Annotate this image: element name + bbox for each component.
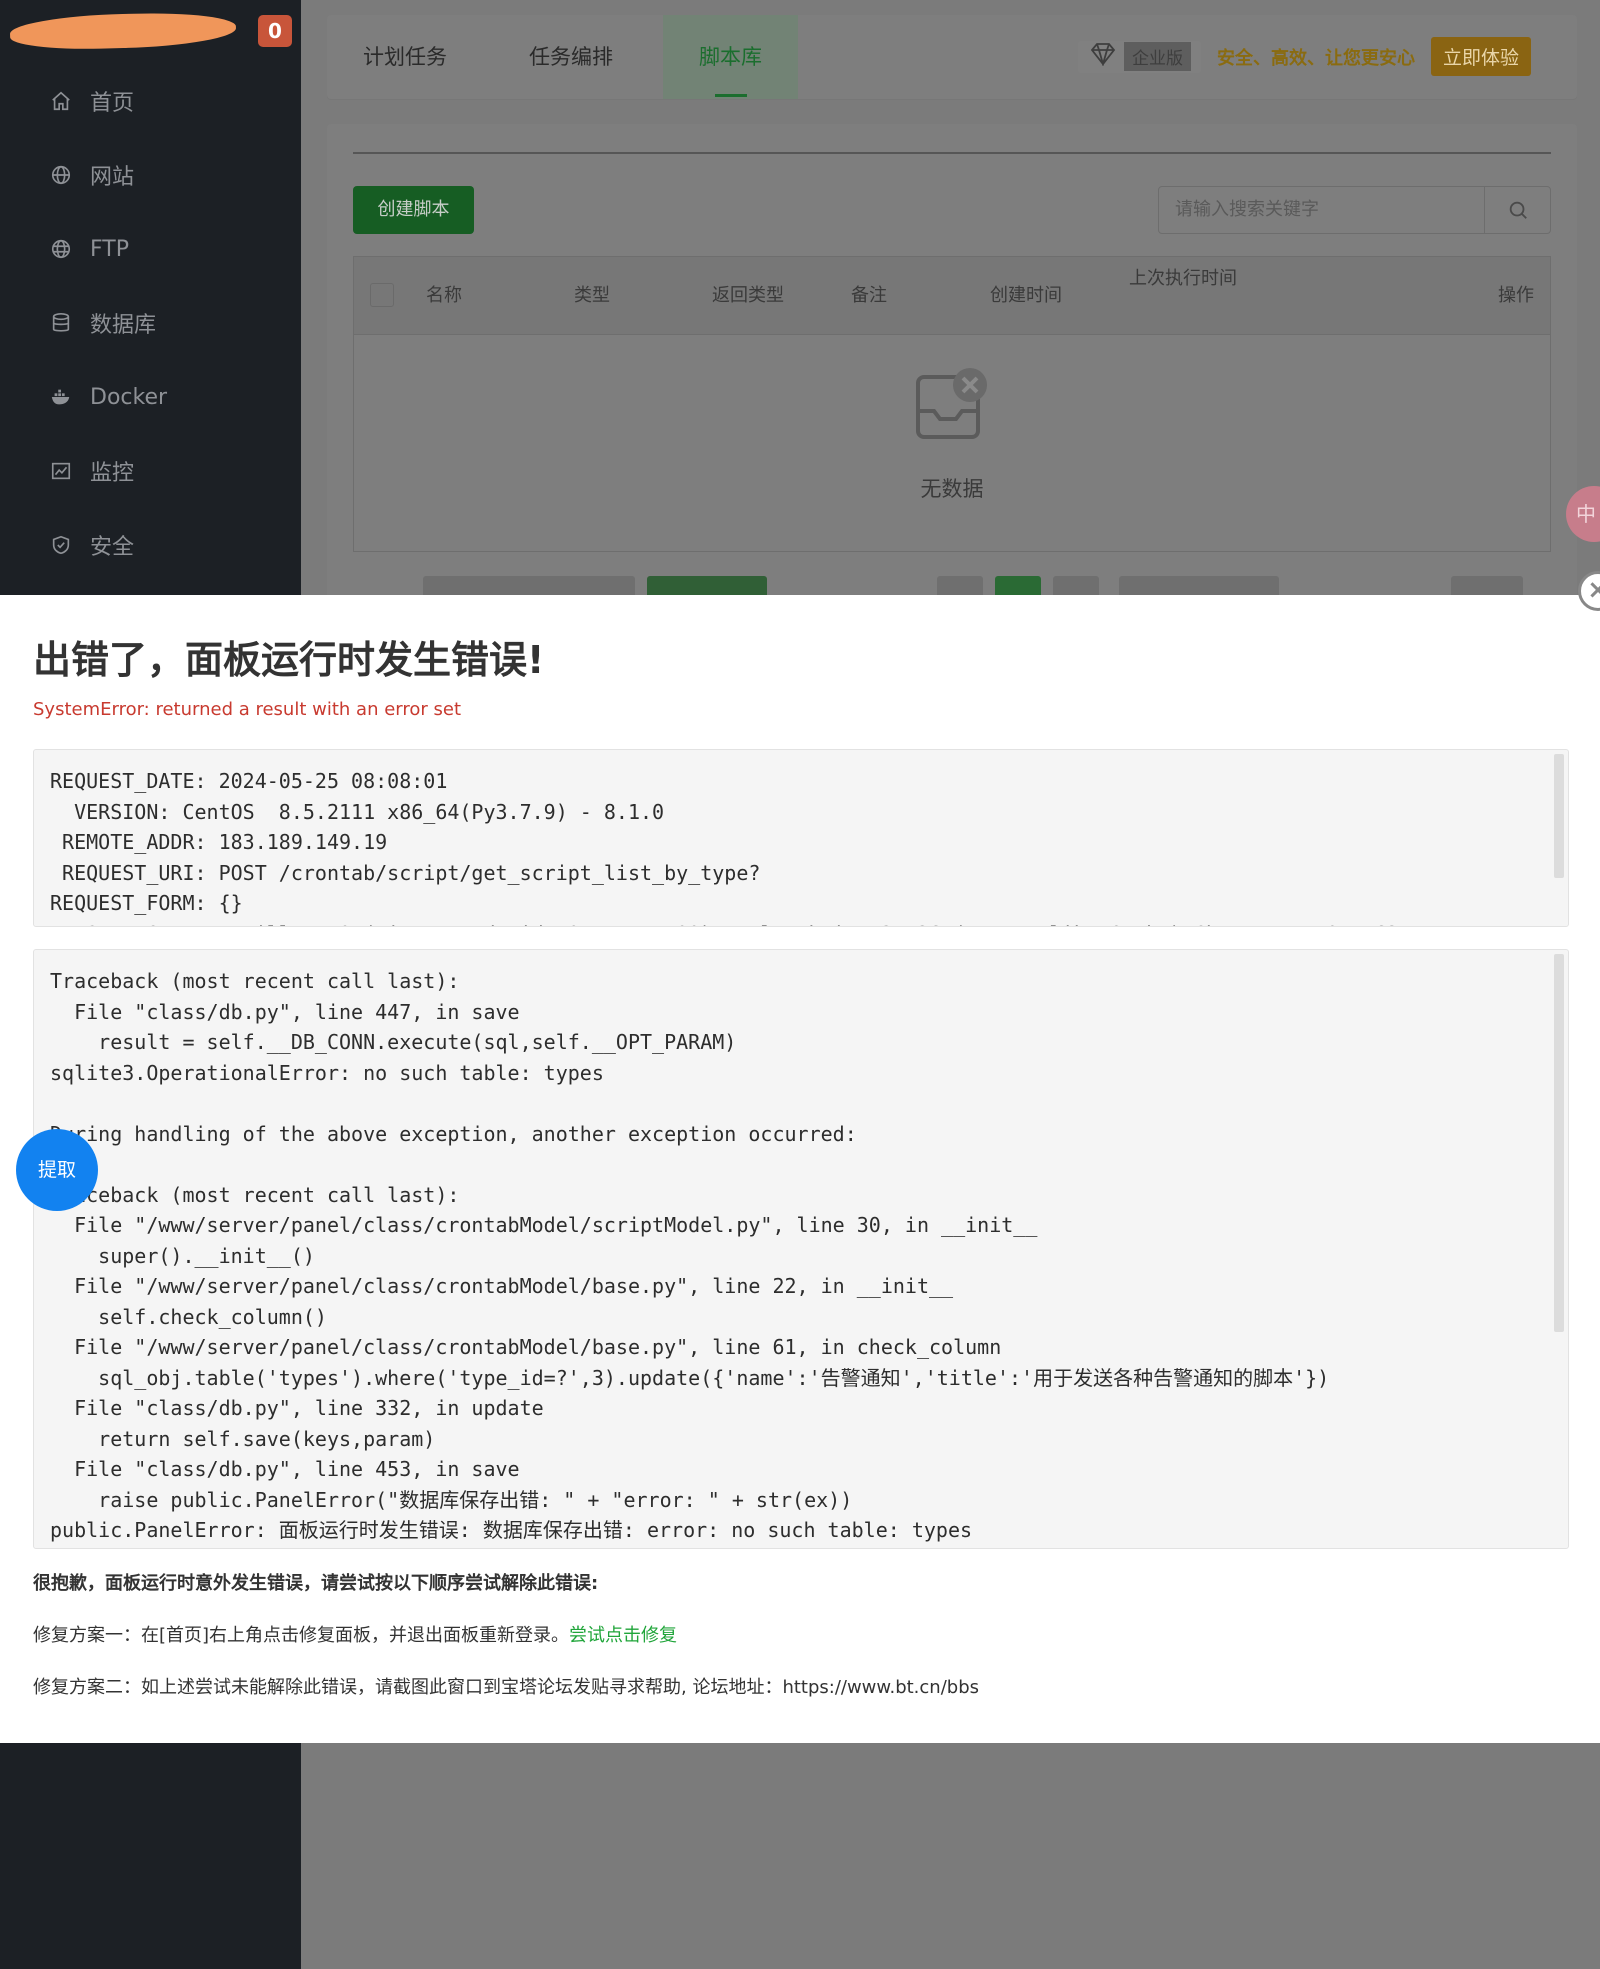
- sidebar-header: 0: [0, 0, 301, 64]
- search-box: 请输入搜索关键字: [1158, 186, 1551, 234]
- request-info-box[interactable]: REQUEST_DATE: 2024-05-25 08:08:01 VERSIO…: [33, 749, 1569, 927]
- scrollbar[interactable]: [1554, 754, 1564, 878]
- enterprise-label: 企业版: [1123, 42, 1191, 71]
- sidebar-item-label: 首页: [90, 91, 135, 116]
- select-all-checkbox[interactable]: [370, 283, 394, 307]
- error-title: 出错了，面板运行时发生错误!: [33, 638, 545, 682]
- column-header-created-time[interactable]: 创建时间: [990, 257, 1062, 335]
- column-header-last-run[interactable]: 上次执行时间: [1129, 261, 1239, 297]
- sidebar-item-home[interactable]: 首页: [0, 64, 301, 138]
- empty-inbox-icon: [916, 368, 987, 439]
- fix-option-one-text: 修复方案一：在[首页]右上角点击修复面板，并退出面板重新登录。: [33, 1625, 570, 1646]
- monitor-chart-icon: [48, 458, 74, 484]
- diamond-icon: [1088, 42, 1118, 71]
- column-header-type[interactable]: 类型: [574, 257, 610, 335]
- promo-slogan: 安全、高效、让您更安心: [1216, 47, 1415, 69]
- sidebar-item-docker[interactable]: Docker: [0, 360, 301, 434]
- sidebar-item-website[interactable]: 网站: [0, 138, 301, 212]
- divider: [353, 152, 1551, 154]
- database-icon: [48, 310, 74, 336]
- error-message: SystemError: returned a result with an e…: [33, 699, 462, 720]
- column-header-name[interactable]: 名称: [426, 257, 462, 335]
- script-table: 名称 类型 返回类型 备注 创建时间 上次执行时间 操作 无数据: [353, 256, 1551, 552]
- pagination-bar: [327, 576, 1577, 600]
- home-icon: [48, 88, 74, 114]
- sidebar-item-label: 数据库: [90, 313, 157, 338]
- column-header-actions: 操作: [1498, 285, 1534, 306]
- empty-text: 无数据: [920, 477, 984, 501]
- search-input[interactable]: 请输入搜索关键字: [1159, 187, 1484, 233]
- redacted-server-name: [9, 11, 237, 51]
- extract-button[interactable]: 提取: [16, 1129, 98, 1211]
- create-script-button[interactable]: 创建脚本: [353, 186, 474, 234]
- docker-icon: [48, 384, 74, 410]
- column-header-remark[interactable]: 备注: [851, 257, 887, 335]
- traceback-box[interactable]: Traceback (most recent call last): File …: [33, 949, 1569, 1549]
- sidebar-item-label: 网站: [90, 165, 135, 190]
- enterprise-promo: 企业版 安全、高效、让您更安心 立即体验: [1077, 37, 1531, 76]
- sidebar-item-monitor[interactable]: 监控: [0, 434, 301, 508]
- ftp-globe-icon: [48, 236, 74, 262]
- script-panel: 创建脚本 请输入搜索关键字 名称 类型 返回类型 备注 创建时间 上次执行时间 …: [327, 124, 1577, 624]
- try-fix-link[interactable]: 尝试点击修复: [569, 1625, 677, 1646]
- sidebar-item-label: 监控: [90, 461, 135, 486]
- table-header: 名称 类型 返回类型 备注 创建时间 上次执行时间 操作: [354, 257, 1550, 335]
- search-button[interactable]: [1484, 187, 1550, 233]
- sidebar-item-database[interactable]: 数据库: [0, 286, 301, 360]
- globe-icon: [48, 162, 74, 188]
- fix-option-two: 修复方案二：如上述尝试未能解除此错误，请截图此窗口到宝塔论坛发贴寻求帮助, 论坛…: [33, 1677, 979, 1698]
- tab-bar: 计划任务 任务编排 脚本库 企业版 安全、高效、让您更安心 立即体验: [327, 15, 1577, 99]
- error-dialog: 出错了，面板运行时发生错误! SystemError: returned a r…: [0, 595, 1600, 1743]
- tab-script-library[interactable]: 脚本库: [663, 15, 798, 99]
- sidebar-item-security[interactable]: 安全: [0, 508, 301, 582]
- try-now-button[interactable]: 立即体验: [1430, 37, 1531, 76]
- empty-state: 无数据: [354, 367, 1550, 503]
- fix-option-one: 修复方案一：在[首页]右上角点击修复面板，并退出面板重新登录。尝试点击修复: [33, 1621, 677, 1647]
- scrollbar[interactable]: [1554, 954, 1564, 1332]
- sidebar-item-label: FTP: [90, 236, 129, 262]
- enterprise-badge: 企业版: [1077, 40, 1201, 73]
- traceback-text: Traceback (most recent call last): File …: [50, 969, 1330, 1542]
- tab-scheduled-tasks[interactable]: 计划任务: [363, 15, 447, 99]
- request-info-text: REQUEST_DATE: 2024-05-25 08:08:01 VERSIO…: [50, 769, 1435, 926]
- sidebar-item-ftp[interactable]: FTP: [0, 212, 301, 286]
- shield-icon: [48, 532, 74, 558]
- search-icon: [1509, 201, 1527, 219]
- tab-task-orchestration[interactable]: 任务编排: [529, 15, 613, 99]
- sidebar-item-label: 安全: [90, 535, 135, 560]
- apology-text: 很抱歉，面板运行时意外发生错误，请尝试按以下顺序尝试解除此错误:: [33, 1573, 599, 1594]
- notification-badge[interactable]: 0: [258, 15, 292, 47]
- sidebar-item-label: Docker: [90, 384, 168, 410]
- column-header-return-type[interactable]: 返回类型: [712, 257, 784, 335]
